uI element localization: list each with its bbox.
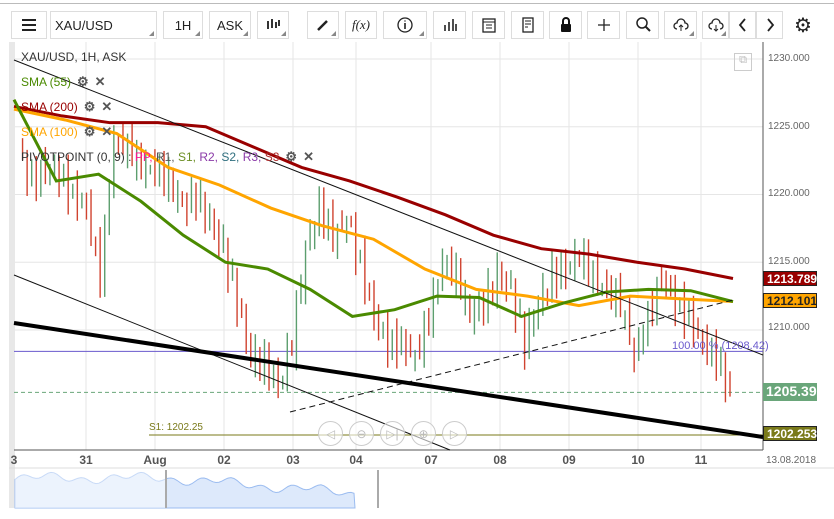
pivot-level-s3: S3 [264, 150, 280, 164]
indicator-label: SMA (100) [21, 125, 78, 139]
indicator-pivot: PIVOTPOINT (0, 9) : PP, R1, S1, R2, S2, … [21, 149, 314, 165]
indicator-label: PIVOTPOINT (0, 9) [21, 150, 125, 164]
gear-icon[interactable]: ⚙ [84, 99, 96, 115]
nav-forward-button[interactable]: ▷ [442, 421, 467, 446]
indicator-sma55: SMA (55) ⚙ ✕ [21, 74, 106, 90]
x-tick: 03 [286, 453, 300, 467]
price-tag-s1: 1202.253 [763, 426, 817, 441]
close-icon[interactable]: ✕ [101, 99, 112, 115]
indicator-label: SMA (200) [21, 100, 78, 114]
popout-icon[interactable]: ⧉ [734, 53, 752, 71]
gear-icon[interactable]: ⚙ [84, 124, 96, 140]
x-tick: 3 [10, 453, 18, 467]
fib-label: 100.00 % (1208.42) [672, 340, 769, 352]
x-tick: 07 [424, 453, 438, 467]
x-tick: 04 [349, 453, 363, 467]
x-tick: 08 [493, 453, 507, 467]
pivot-level-r1: R1, [155, 150, 178, 164]
indicator-sma200: SMA (200) ⚙ ✕ [21, 99, 112, 115]
s1-label: S1: 1202.25 [149, 422, 203, 433]
x-tick: 09 [562, 453, 576, 467]
grid [14, 42, 763, 450]
pivot-level-r2: R2, [199, 150, 222, 164]
x-tick: 02 [217, 453, 231, 467]
nav-reset-button[interactable]: ▷| [380, 421, 405, 446]
sma-200-line [13, 104, 734, 280]
price-tag-sma200: 1213.789 [763, 271, 817, 286]
x-tick: 10 [631, 453, 645, 467]
nav-zoom-in-button[interactable]: ⊕ [411, 421, 436, 446]
nav-zoom-out-button[interactable]: ⊖ [349, 421, 374, 446]
navigator-mask [15, 470, 165, 508]
indicator-label: SMA (55) [21, 75, 72, 89]
close-icon[interactable]: ✕ [303, 149, 314, 165]
pivot-level-r3: R3, [242, 150, 265, 164]
pivot-level-s1: S1, [177, 150, 200, 164]
price-tag-last: 1205.392 [763, 383, 824, 401]
pivot-level-pp: PP, [134, 150, 156, 164]
price-tag-sma100: 1212.101 [763, 293, 817, 308]
nav-back-button[interactable]: ◁ [318, 421, 343, 446]
y-tick: 1220.000 [768, 188, 810, 199]
x-tick: 11 [694, 453, 708, 467]
gear-icon[interactable]: ⚙ [77, 74, 89, 90]
indicator-sma100: SMA (100) ⚙ ✕ [21, 124, 112, 140]
navigator-area[interactable] [9, 467, 834, 509]
pivot-level-s2: S2, [221, 150, 243, 164]
date-label: 13.08.2018 [766, 455, 817, 466]
y-tick: 1210.000 [768, 322, 810, 333]
chart-title: XAU/USD, 1H, ASK [21, 50, 127, 64]
separator: : [124, 150, 135, 164]
gear-icon[interactable]: ⚙ [285, 149, 297, 165]
trendline-thick[interactable] [13, 321, 764, 439]
y-tick: 1230.000 [768, 53, 810, 64]
x-tick: Aug [143, 453, 167, 467]
close-icon[interactable]: ✕ [95, 74, 106, 90]
y-tick: 1225.000 [768, 121, 810, 132]
close-icon[interactable]: ✕ [101, 124, 112, 140]
sma-100-line [13, 107, 734, 308]
y-tick: 1215.000 [768, 256, 810, 267]
x-tick: 31 [79, 453, 93, 467]
